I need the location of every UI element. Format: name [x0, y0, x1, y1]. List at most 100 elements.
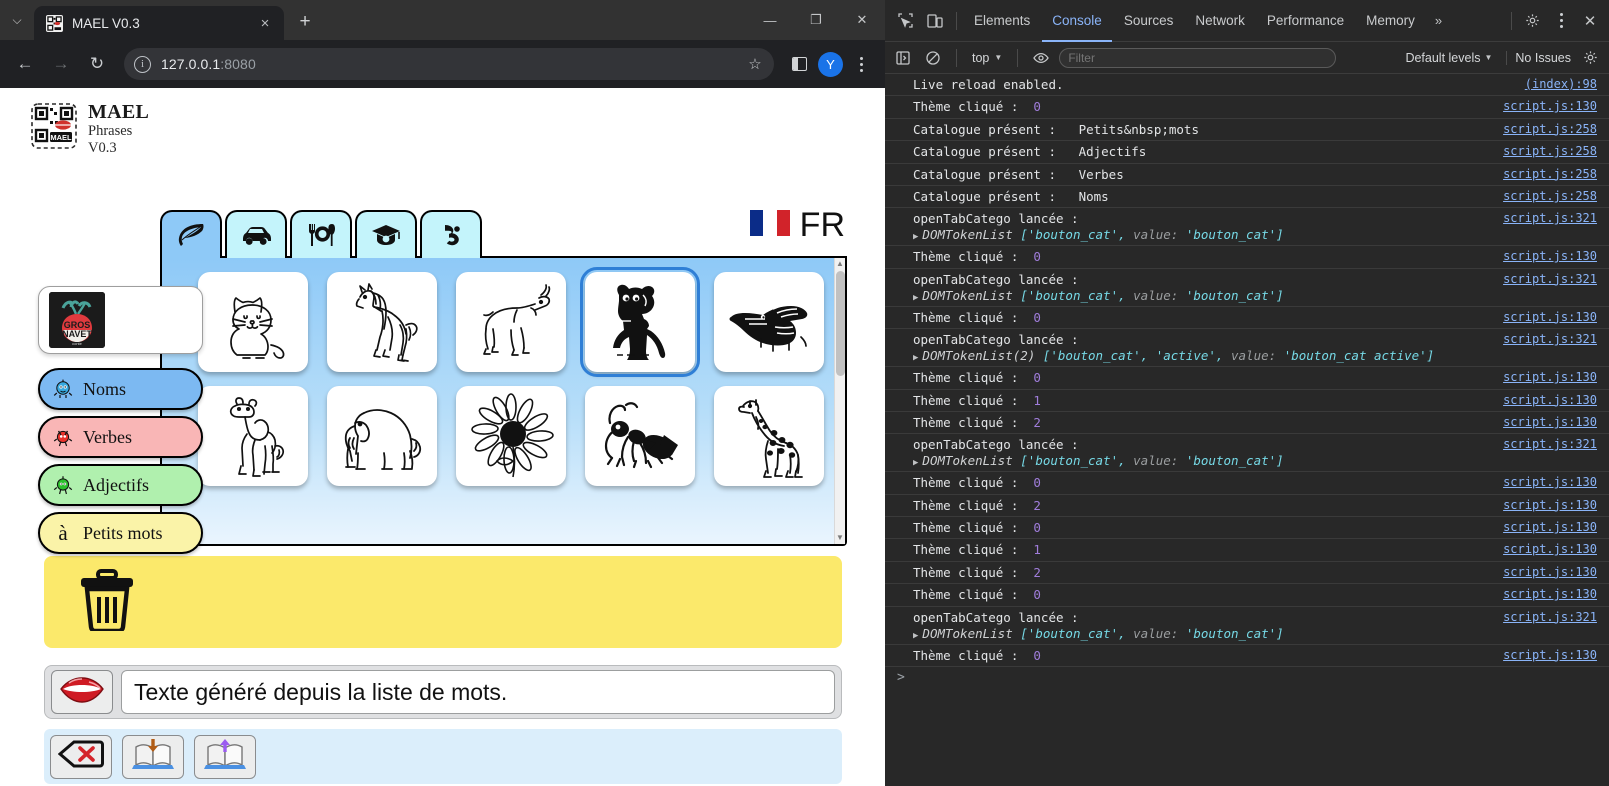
- tab-elements[interactable]: Elements: [964, 0, 1040, 42]
- console-log-row[interactable]: Catalogue présent : Noms script.js:258: [885, 186, 1609, 209]
- backspace-delete-button[interactable]: [50, 734, 112, 779]
- console-log-source-link[interactable]: script.js:321: [1493, 610, 1597, 624]
- category-button-noms[interactable]: Noms: [38, 368, 203, 410]
- picture-card-camel[interactable]: [198, 386, 308, 486]
- profile-avatar[interactable]: Y: [818, 51, 843, 77]
- scroll-down-arrow-icon[interactable]: ▼: [836, 534, 844, 542]
- console-log-source-link[interactable]: script.js:321: [1493, 437, 1597, 451]
- console-log-source-link[interactable]: script.js:130: [1493, 565, 1597, 579]
- clear-console-icon[interactable]: [921, 46, 945, 70]
- picture-card-elephant[interactable]: [327, 386, 437, 486]
- console-log-source-link[interactable]: script.js:130: [1493, 542, 1597, 556]
- picture-card-flower[interactable]: [456, 386, 566, 486]
- console-log-row[interactable]: Thème cliqué : 0 script.js:130: [885, 307, 1609, 330]
- tab-console[interactable]: Console: [1042, 0, 1112, 42]
- console-log-source-link[interactable]: script.js:130: [1493, 370, 1597, 384]
- theme-tab-car[interactable]: [225, 210, 287, 258]
- more-tabs-chevron-icon[interactable]: »: [1427, 13, 1450, 28]
- side-panel-icon[interactable]: [784, 49, 814, 79]
- console-prompt[interactable]: >: [885, 667, 1609, 688]
- speak-button[interactable]: [51, 670, 113, 714]
- expand-triangle-icon[interactable]: ▶: [913, 631, 918, 641]
- tab-performance[interactable]: Performance: [1257, 0, 1354, 42]
- save-phrase-button[interactable]: [122, 734, 184, 779]
- console-log-row[interactable]: Thème cliqué : 0 script.js:130: [885, 246, 1609, 269]
- console-settings-gear-icon[interactable]: [1577, 45, 1603, 71]
- console-log-source-link[interactable]: script.js:258: [1493, 144, 1597, 158]
- expand-triangle-icon[interactable]: ▶: [913, 353, 918, 363]
- console-log-source-link[interactable]: script.js:130: [1493, 475, 1597, 489]
- theme-tab-school[interactable]: [355, 210, 417, 258]
- console-log-source-link[interactable]: script.js:130: [1493, 99, 1597, 113]
- console-log-row[interactable]: Thème cliqué : 0 script.js:130: [885, 96, 1609, 119]
- console-log-object[interactable]: ▶ DOMTokenList(2) ['bouton_cat', 'active'…: [913, 348, 1434, 363]
- maximize-button[interactable]: ❐: [793, 0, 839, 40]
- console-log-row[interactable]: Thème cliqué : 2 script.js:130: [885, 412, 1609, 435]
- console-log-row[interactable]: Thème cliqué : 0 script.js:130: [885, 584, 1609, 607]
- device-toolbar-icon[interactable]: [921, 7, 949, 35]
- console-log-row[interactable]: Catalogue présent : Petits&nbsp;mots scri…: [885, 119, 1609, 142]
- bookmark-star-icon[interactable]: ☆: [742, 51, 768, 77]
- console-log-object[interactable]: ▶ DOMTokenList ['bouton_cat', value: 'bou…: [913, 626, 1284, 641]
- theme-tab-food[interactable]: [290, 210, 352, 258]
- console-log-object[interactable]: ▶ DOMTokenList ['bouton_cat', value: 'bou…: [913, 227, 1284, 242]
- console-log-source-link[interactable]: script.js:321: [1493, 211, 1597, 225]
- generated-text-input[interactable]: [121, 670, 835, 714]
- scroll-up-arrow-icon[interactable]: ▲: [836, 260, 844, 268]
- tab-search-chevron-icon[interactable]: ⌵: [0, 0, 34, 40]
- close-window-button[interactable]: ✕: [839, 0, 885, 40]
- console-log-source-link[interactable]: script.js:130: [1493, 415, 1597, 429]
- tab-memory[interactable]: Memory: [1356, 0, 1425, 42]
- load-phrase-button[interactable]: [194, 734, 256, 779]
- console-log-row[interactable]: Thème cliqué : 0 script.js:130: [885, 367, 1609, 390]
- close-devtools-icon[interactable]: ✕: [1577, 8, 1603, 34]
- console-log-row[interactable]: Thème cliqué : 0 script.js:130: [885, 517, 1609, 540]
- console-log-row[interactable]: Catalogue présent : Verbes script.js:258: [885, 164, 1609, 186]
- picture-card-horse[interactable]: [327, 272, 437, 372]
- console-sidebar-icon[interactable]: [891, 46, 915, 70]
- console-log-object[interactable]: ▶ DOMTokenList ['bouton_cat', value: 'bou…: [913, 453, 1284, 468]
- trash-drop-zone[interactable]: [44, 556, 842, 648]
- new-tab-button[interactable]: +: [290, 7, 320, 37]
- scrollbar-thumb[interactable]: [835, 271, 845, 376]
- address-bar[interactable]: i 127.0.0.1:8080 ☆: [124, 48, 774, 80]
- console-log-source-link[interactable]: script.js:130: [1493, 648, 1597, 662]
- console-log-row[interactable]: Thème cliqué : 0 script.js:130: [885, 472, 1609, 495]
- console-log-source-link[interactable]: script.js:258: [1493, 167, 1597, 181]
- console-log-source-link[interactable]: script.js:258: [1493, 122, 1597, 136]
- catalog-book-button[interactable]: GROS NAVET conte: [38, 286, 203, 354]
- tab-sources[interactable]: Sources: [1114, 0, 1184, 42]
- console-log-row[interactable]: Catalogue présent : Adjectifs script.js:2…: [885, 141, 1609, 164]
- console-log-row[interactable]: Thème cliqué : 0 script.js:130: [885, 645, 1609, 668]
- issues-status[interactable]: No Issues: [1506, 50, 1571, 65]
- console-log-row[interactable]: openTabCatego lancée : ▶ DOMTokenList ['bo…: [885, 269, 1609, 307]
- console-log-list[interactable]: Live reload enabled. (index):98 Thème cliq…: [885, 74, 1609, 786]
- console-log-source-link[interactable]: script.js:130: [1493, 393, 1597, 407]
- console-log-source-link[interactable]: script.js:258: [1493, 189, 1597, 203]
- console-log-row[interactable]: Thème cliqué : 2 script.js:130: [885, 495, 1609, 518]
- live-expression-icon[interactable]: [1029, 46, 1053, 70]
- console-log-source-link[interactable]: script.js:130: [1493, 249, 1597, 263]
- more-options-icon[interactable]: [1547, 6, 1575, 36]
- inspect-element-icon[interactable]: [891, 7, 919, 35]
- console-log-source-link[interactable]: script.js:130: [1493, 310, 1597, 324]
- expand-triangle-icon[interactable]: ▶: [913, 458, 918, 468]
- close-tab-icon[interactable]: ×: [254, 12, 276, 34]
- browser-tab[interactable]: MAEL V0.3 ×: [34, 6, 284, 40]
- reload-button[interactable]: ↻: [80, 47, 114, 81]
- theme-tab-arm[interactable]: [420, 210, 482, 258]
- picture-card-crocodile[interactable]: [714, 272, 824, 372]
- console-log-object[interactable]: ▶ DOMTokenList ['bouton_cat', value: 'bou…: [913, 288, 1284, 303]
- console-filter-input[interactable]: [1059, 47, 1337, 68]
- console-log-row[interactable]: Thème cliqué : 2 script.js:130: [885, 562, 1609, 585]
- console-log-row[interactable]: openTabCatego lancée : ▶ DOMTokenList ['bo…: [885, 607, 1609, 645]
- console-log-row[interactable]: openTabCatego lancée : ▶ DOMTokenList(2) […: [885, 329, 1609, 368]
- console-log-row[interactable]: Thème cliqué : 1 script.js:130: [885, 539, 1609, 562]
- log-levels-dropdown[interactable]: Default levels ▼: [1405, 51, 1492, 65]
- console-log-row[interactable]: Live reload enabled. (index):98: [885, 74, 1609, 97]
- language-selector[interactable]: FR: [749, 206, 845, 245]
- picture-card-dog[interactable]: [580, 267, 700, 377]
- console-log-row[interactable]: openTabCatego lancée : ▶ DOMTokenList ['bo…: [885, 434, 1609, 473]
- console-log-source-link[interactable]: (index):98: [1515, 77, 1597, 91]
- console-log-source-link[interactable]: script.js:130: [1493, 520, 1597, 534]
